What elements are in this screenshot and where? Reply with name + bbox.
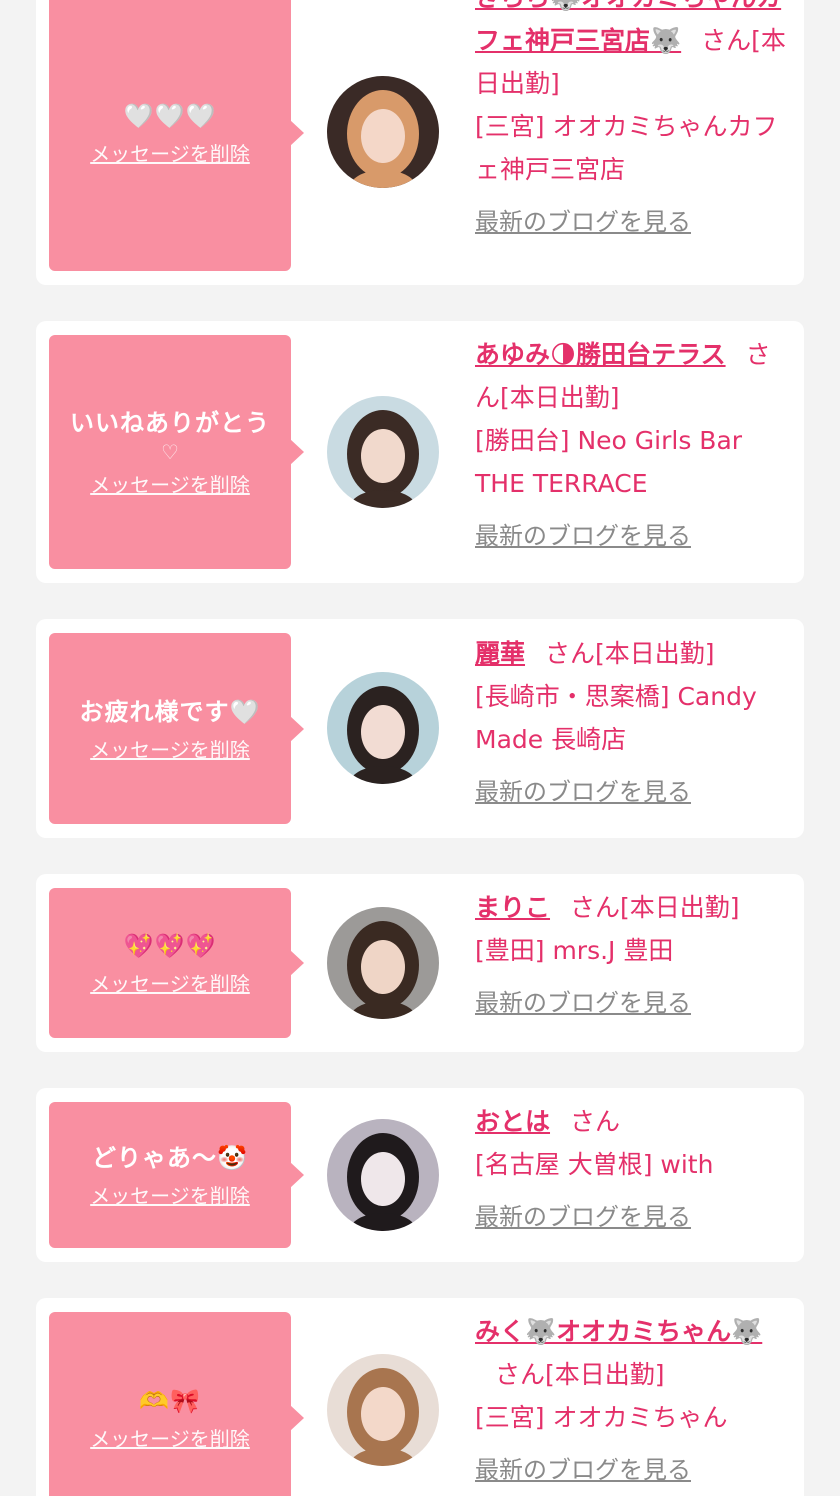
message-bubble: 🫶🎀 メッセージを削除 [49,1312,304,1496]
cast-info: おとは さん [名古屋 大曽根] with 最新のブログを見る [475,1100,790,1239]
shop-name: [豊田] mrs.J 豊田 [475,936,674,965]
status-badge: [本日出勤] [620,893,740,922]
honorific: さん [570,893,621,922]
list-item: どりゃあ〜🤡 メッセージを削除 おとは さん [名古屋 大曽根] with 最新の… [36,1088,804,1262]
cast-info: まりこ さん[本日出勤] [豊田] mrs.J 豊田 最新のブログを見る [475,886,790,1025]
message-text: 🤍🤍🤍 [123,101,217,130]
delete-message-link[interactable]: メッセージを削除 [90,970,250,998]
message-text: 💖💖💖 [123,932,217,960]
delete-message-link[interactable]: メッセージを削除 [90,1425,250,1453]
latest-blog-link[interactable]: 最新のブログを見る [475,201,691,244]
honorific: さん [545,639,596,668]
avatar-photo [327,907,439,1019]
shop-name: [長崎市・思案橋] Candy Made 長崎店 [475,682,757,754]
latest-blog-link[interactable]: 最新のブログを見る [475,1449,691,1492]
cast-name-link[interactable]: 麗華 [475,639,525,668]
avatar[interactable] [327,907,439,1019]
message-bubble: どりゃあ〜🤡 メッセージを削除 [49,1102,304,1248]
cast-name-link[interactable]: おとは [475,1107,550,1136]
message-text: お疲れ様です🤍 [79,697,261,726]
avatar-photo [327,672,439,784]
message-bubble: いいねありがとう ♡ メッセージを削除 [49,335,304,569]
cast-info: あゆみ🌗勝田台テラス さん[本日出勤] [勝田台] Neo Girls Bar T… [475,333,790,558]
list-item: 💖💖💖 メッセージを削除 まりこ さん[本日出勤] [豊田] mrs.J 豊田 最… [36,874,804,1052]
delete-message-link[interactable]: メッセージを削除 [90,140,250,168]
avatar[interactable] [327,76,439,188]
avatar[interactable] [327,1354,439,1466]
avatar[interactable] [327,672,439,784]
avatar-photo [327,1119,439,1231]
message-subtext: ♡ [161,440,179,464]
shop-name: [三宮] オオカミちゃん [475,1403,728,1432]
message-text: 🫶🎀 [139,1387,201,1415]
message-list: 🤍🤍🤍 メッセージを削除 きらら🐺オオカミちゃんカフェ神戸三宮店🐺さん[本日出勤… [0,0,840,1496]
message-bubble: 🤍🤍🤍 メッセージを削除 [49,0,304,271]
shop-name: [勝田台] Neo Girls Bar THE TERRACE [475,426,743,498]
cast-name-link[interactable]: あゆみ🌗勝田台テラス [475,340,726,369]
cast-name-link[interactable]: みく🐺オオカミちゃん🐺 [475,1317,762,1346]
honorific: さん [701,26,752,55]
avatar-photo [327,76,439,188]
honorific: さん [495,1360,546,1389]
message-text: どりゃあ〜🤡 [92,1144,248,1172]
delete-message-link[interactable]: メッセージを削除 [90,1182,250,1210]
status-badge: [本日出勤] [545,1360,665,1389]
cast-info: みく🐺オオカミちゃん🐺 さん[本日出勤] [三宮] オオカミちゃん 最新のブログを… [475,1310,790,1492]
honorific: さん [570,1107,621,1136]
shop-name: [名古屋 大曽根] with [475,1150,714,1179]
avatar[interactable] [327,396,439,508]
message-bubble: 💖💖💖 メッセージを削除 [49,888,304,1038]
delete-message-link[interactable]: メッセージを削除 [90,736,250,764]
status-badge: [本日出勤] [500,383,620,412]
avatar[interactable] [327,1119,439,1231]
delete-message-link[interactable]: メッセージを削除 [90,471,250,499]
latest-blog-link[interactable]: 最新のブログを見る [475,515,691,558]
status-badge: [本日出勤] [595,639,715,668]
avatar-photo [327,1354,439,1466]
latest-blog-link[interactable]: 最新のブログを見る [475,982,691,1025]
cast-info: きらら🐺オオカミちゃんカフェ神戸三宮店🐺さん[本日出勤] [三宮] オオカミちゃ… [475,0,790,244]
latest-blog-link[interactable]: 最新のブログを見る [475,771,691,814]
shop-name: [三宮] オオカミちゃんカフェ神戸三宮店 [475,112,778,184]
avatar-photo [327,396,439,508]
latest-blog-link[interactable]: 最新のブログを見る [475,1196,691,1239]
message-bubble: お疲れ様です🤍 メッセージを削除 [49,633,304,824]
message-text: いいねありがとう [70,409,270,437]
list-item: いいねありがとう ♡ メッセージを削除 あゆみ🌗勝田台テラス さん[本日出勤] [… [36,321,804,583]
list-item: お疲れ様です🤍 メッセージを削除 麗華 さん[本日出勤] [長崎市・思案橋] Ca… [36,619,804,838]
cast-name-link[interactable]: まりこ [475,893,550,922]
list-item: 🤍🤍🤍 メッセージを削除 きらら🐺オオカミちゃんカフェ神戸三宮店🐺さん[本日出勤… [36,0,804,285]
cast-info: 麗華 さん[本日出勤] [長崎市・思案橋] Candy Made 長崎店 最新のブ… [475,632,790,814]
list-item: 🫶🎀 メッセージを削除 みく🐺オオカミちゃん🐺 さん[本日出勤] [三宮] オオカ… [36,1298,804,1496]
